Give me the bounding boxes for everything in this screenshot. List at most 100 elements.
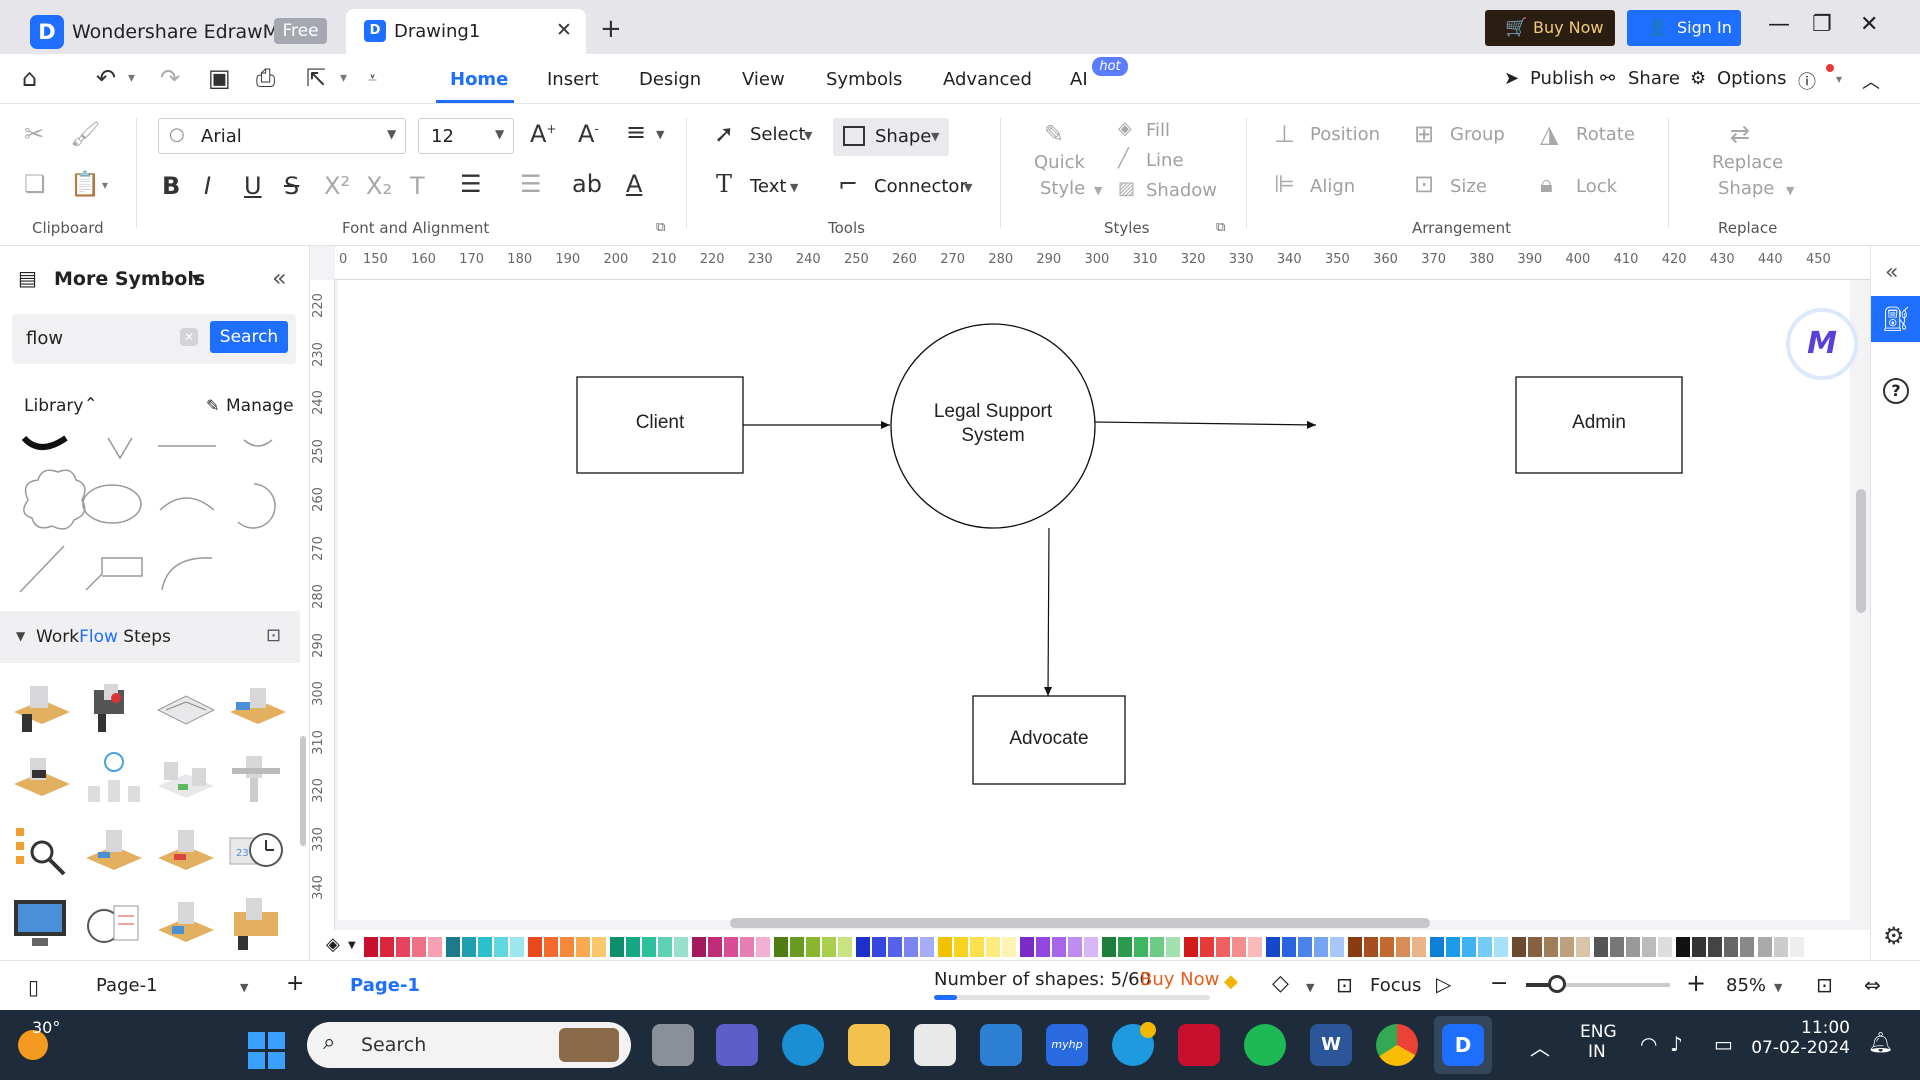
color-swatch[interactable] [806, 937, 820, 957]
tab-symbols[interactable]: Symbols [826, 69, 902, 90]
text-style-icon[interactable]: T [410, 172, 425, 200]
file-explorer-icon[interactable] [848, 1024, 890, 1066]
color-swatch[interactable] [1166, 937, 1180, 957]
color-swatch[interactable] [1544, 937, 1558, 957]
workflow-symbol[interactable] [87, 905, 139, 943]
text-highlight-icon[interactable]: ab [572, 170, 602, 198]
vee-shape[interactable] [107, 437, 133, 460]
subscript-icon[interactable]: X₂ [366, 172, 392, 200]
close-tab-icon[interactable]: ✕ [556, 19, 572, 41]
restore-icon[interactable]: ❐ [1812, 12, 1832, 37]
color-swatch[interactable] [1248, 937, 1262, 957]
workflow-symbol[interactable] [158, 762, 214, 798]
help-circle-icon[interactable]: ? [1883, 378, 1909, 404]
new-tab-icon[interactable]: + [600, 14, 622, 44]
position-button[interactable]: Position [1310, 124, 1380, 145]
color-swatch[interactable] [708, 937, 722, 957]
color-swatch[interactable] [1396, 937, 1410, 957]
color-swatch[interactable] [872, 937, 886, 957]
color-swatch[interactable] [856, 937, 870, 957]
font-family-select[interactable]: ○ Arial ▼ [158, 118, 406, 154]
color-swatch[interactable] [1412, 937, 1426, 957]
teams-icon[interactable] [716, 1024, 758, 1066]
color-swatch[interactable] [1330, 937, 1344, 957]
color-swatch[interactable] [396, 937, 410, 957]
battery-icon[interactable]: ▭ [1714, 1032, 1733, 1056]
color-swatch[interactable] [904, 937, 918, 957]
color-swatch[interactable] [1708, 937, 1722, 957]
color-swatch[interactable] [1102, 937, 1116, 957]
color-swatch[interactable] [938, 937, 952, 957]
underline-icon[interactable]: U [244, 172, 262, 200]
collapse-panel-icon[interactable]: « [272, 264, 287, 292]
workflow-symbol[interactable] [230, 688, 286, 724]
color-swatch[interactable] [1118, 937, 1132, 957]
curved-connector-shape[interactable] [161, 557, 213, 591]
chevron-down-icon[interactable]: ▼ [804, 129, 812, 142]
workflow-symbol[interactable] [158, 830, 214, 870]
workflow-symbol[interactable] [14, 758, 70, 796]
color-swatch[interactable] [1380, 937, 1394, 957]
zoom-in-icon[interactable]: + [1686, 969, 1706, 997]
ellipse-shape[interactable] [82, 484, 142, 524]
undo-dropdown-icon[interactable]: ▾ [128, 70, 135, 86]
workflow-symbol[interactable] [94, 684, 124, 732]
color-swatch[interactable] [364, 937, 378, 957]
color-swatch[interactable] [790, 937, 804, 957]
color-swatch[interactable] [1740, 937, 1754, 957]
fit-width-icon[interactable]: ⇔ [1864, 973, 1881, 997]
color-swatch[interactable] [1266, 937, 1280, 957]
wifi-icon[interactable]: ◠ [1640, 1032, 1657, 1056]
chevron-down-icon[interactable]: ▼ [240, 981, 248, 994]
group-button[interactable]: Group [1450, 124, 1505, 145]
panel-scrollbar[interactable] [300, 736, 306, 846]
color-swatch[interactable] [1676, 937, 1690, 957]
callout-shape[interactable] [85, 557, 143, 591]
font-color-icon[interactable]: A [626, 170, 642, 198]
tab-design[interactable]: Design [639, 69, 701, 90]
color-swatch[interactable] [1020, 937, 1034, 957]
color-swatch[interactable] [1134, 937, 1148, 957]
edrawmax-taskbar-icon[interactable]: D [1442, 1024, 1484, 1066]
copy-icon[interactable]: ❏ [24, 170, 46, 198]
manage-button[interactable]: Manage [226, 396, 294, 416]
microsoft-store-icon[interactable] [914, 1024, 956, 1066]
quick-style-label-2[interactable]: Style [1040, 178, 1085, 199]
color-swatch[interactable] [822, 937, 836, 957]
color-swatch[interactable] [1002, 937, 1016, 957]
superscript-icon[interactable]: X² [324, 172, 350, 200]
color-swatch[interactable] [1200, 937, 1214, 957]
options-button[interactable]: Options [1717, 68, 1786, 89]
color-swatch[interactable] [888, 937, 902, 957]
cloud-shape[interactable] [23, 469, 86, 530]
tab-view[interactable]: View [742, 69, 785, 90]
ai-assistant-icon[interactable]: M [1786, 308, 1858, 380]
open-circle-shape[interactable] [237, 483, 276, 529]
line-spacing-icon[interactable]: ☰ [460, 170, 482, 198]
color-swatch[interactable] [1692, 937, 1706, 957]
color-swatch[interactable] [838, 937, 852, 957]
color-swatch[interactable] [1724, 937, 1738, 957]
tab-home[interactable]: Home [450, 69, 508, 90]
system-to-advocate-arrow[interactable] [1044, 527, 1053, 697]
workflow-symbol[interactable] [156, 695, 216, 725]
color-swatch[interactable] [1594, 937, 1608, 957]
workflow-symbol[interactable] [232, 756, 280, 802]
color-swatch[interactable] [1560, 937, 1574, 957]
lock-button[interactable]: Lock [1576, 176, 1617, 197]
strikethrough-icon[interactable]: S [284, 172, 299, 200]
color-swatch[interactable] [986, 937, 1000, 957]
color-swatch[interactable] [1314, 937, 1328, 957]
color-swatch[interactable] [446, 937, 460, 957]
color-swatch[interactable] [740, 937, 754, 957]
publish-button[interactable]: Publish [1530, 68, 1594, 89]
fill-bucket-icon[interactable]: ◈ [326, 934, 340, 955]
color-swatch[interactable] [970, 937, 984, 957]
chevron-down-icon[interactable]: ▼ [964, 181, 972, 194]
windows-start-icon[interactable] [248, 1032, 286, 1070]
print-icon[interactable]: ⎙ [256, 64, 275, 92]
color-swatch[interactable] [1790, 937, 1804, 957]
color-swatch[interactable] [478, 937, 492, 957]
color-swatch[interactable] [1084, 937, 1098, 957]
color-swatch[interactable] [576, 937, 590, 957]
